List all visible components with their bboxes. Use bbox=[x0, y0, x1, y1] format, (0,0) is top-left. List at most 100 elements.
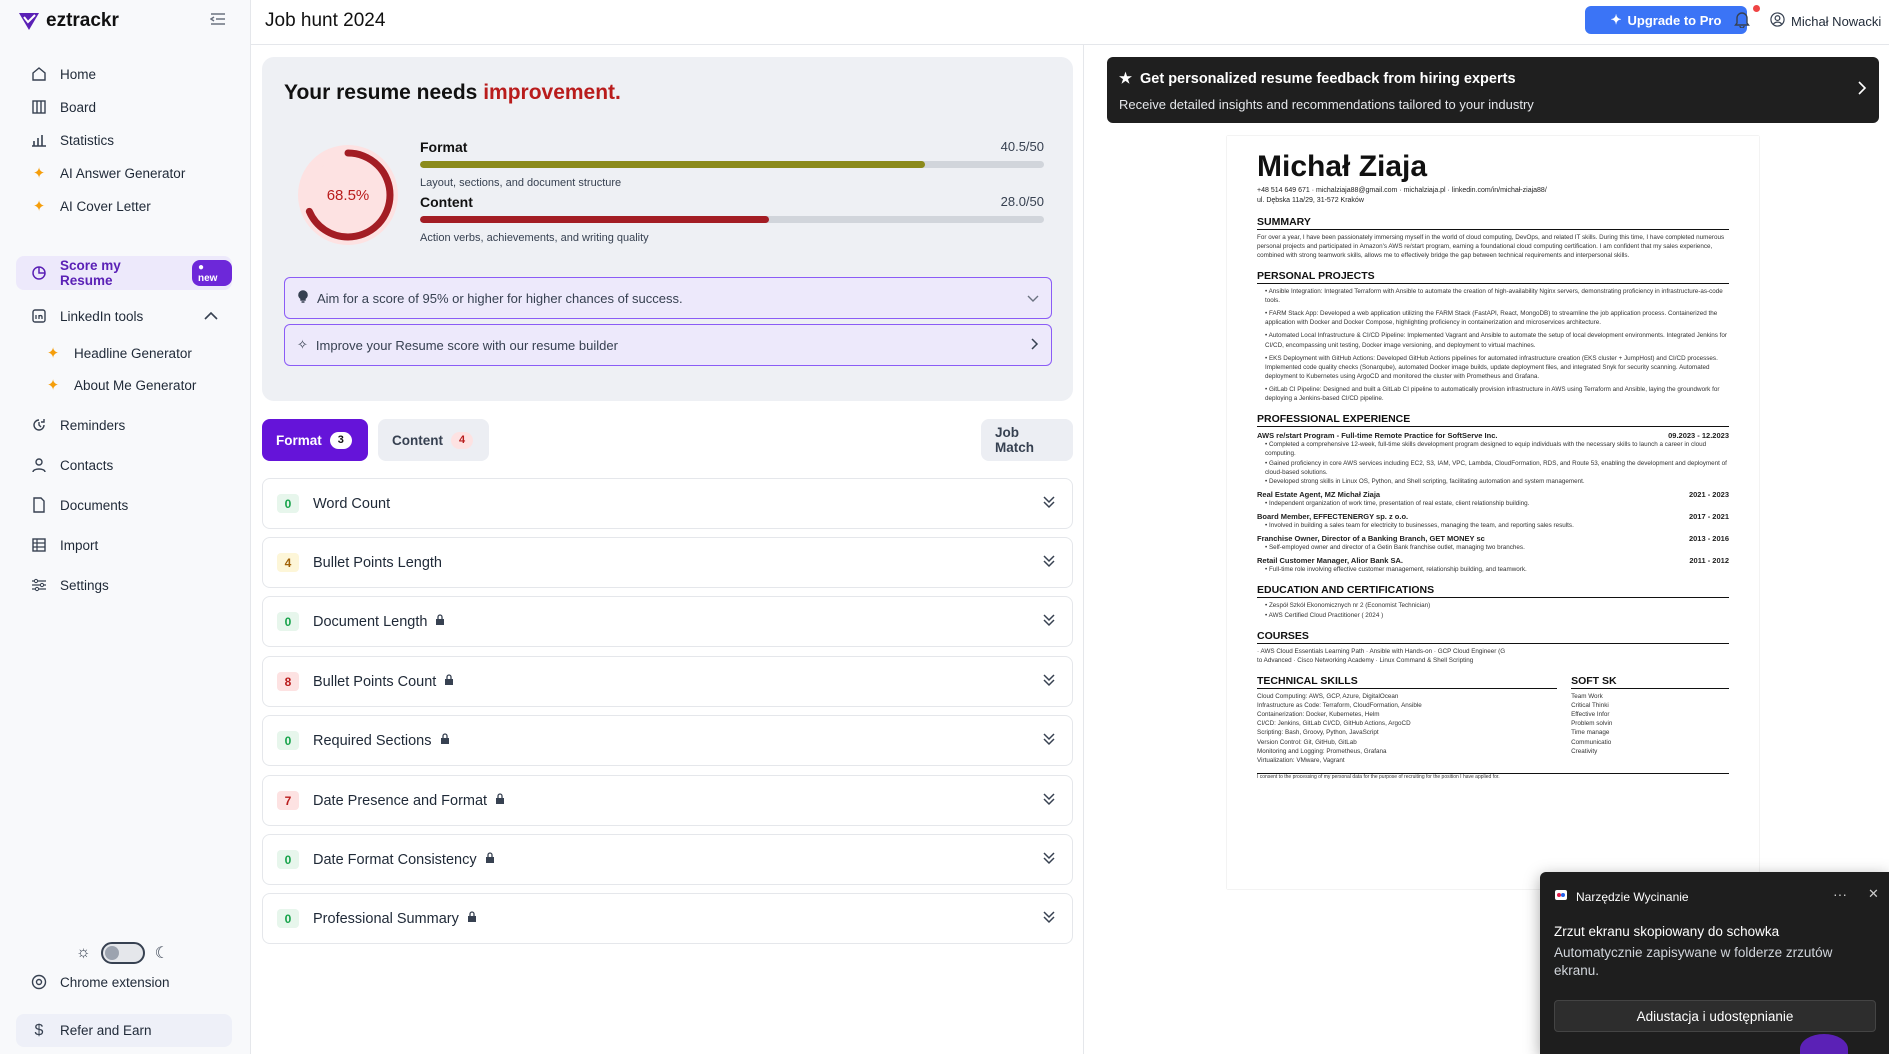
resume-skills: TECHNICAL SKILLS Cloud Computing: AWS, G… bbox=[1257, 665, 1729, 765]
toast-title: Zrzut ekranu skopiowany do schowka bbox=[1554, 924, 1780, 939]
score-icon bbox=[30, 264, 48, 282]
sidebar-item-settings[interactable]: Settings bbox=[16, 568, 232, 602]
check-required-sections[interactable]: 0 Required Sections bbox=[262, 715, 1073, 766]
sidebar-item-label: Headline Generator bbox=[74, 345, 192, 361]
resume-builder-link[interactable]: ✧ Improve your Resume score with our res… bbox=[284, 324, 1052, 366]
check-label: Required Sections bbox=[313, 733, 450, 749]
sidebar-item-label: AI Answer Generator bbox=[60, 165, 186, 181]
sidebar-item-headline-generator[interactable]: ✦ Headline Generator bbox=[30, 336, 230, 370]
chevron-right-icon bbox=[1858, 81, 1867, 100]
metric-value: 28.0/50 bbox=[1000, 194, 1044, 209]
sidebar-item-about-me-generator[interactable]: ✦ About Me Generator bbox=[30, 368, 230, 402]
close-icon[interactable]: ✕ bbox=[1868, 886, 1879, 902]
resume-summary: For over a year, I have been passionatel… bbox=[1257, 233, 1725, 259]
contacts-icon bbox=[30, 456, 48, 474]
resume-contact: +48 514 649 671 · michalziaja88@gmail.co… bbox=[1257, 187, 1547, 194]
upgrade-to-pro-button[interactable]: ✦ Upgrade to Pro bbox=[1585, 6, 1747, 34]
check-document-length[interactable]: 0 Document Length bbox=[262, 596, 1073, 647]
bell-icon[interactable] bbox=[1734, 10, 1750, 33]
sidebar-item-contacts[interactable]: Contacts bbox=[16, 448, 232, 482]
toast-app-name: Narzędzie Wycinanie bbox=[1576, 889, 1689, 904]
score-tip-dropdown[interactable]: Aim for a score of 95% or higher for hig… bbox=[284, 277, 1052, 319]
resume-job-text: • Completed a comprehensive 12-week, ful… bbox=[1265, 441, 1727, 485]
expert-feedback-banner[interactable]: ★ Get personalized resume feedback from h… bbox=[1107, 57, 1879, 123]
double-chevron-down-icon[interactable] bbox=[1042, 495, 1056, 514]
issue-count: 0 bbox=[277, 909, 299, 928]
sidebar-item-linkedin-tools[interactable]: LinkedIn tools bbox=[16, 299, 232, 333]
double-chevron-down-icon[interactable] bbox=[1042, 673, 1056, 692]
double-chevron-down-icon[interactable] bbox=[1042, 910, 1056, 929]
edit-and-share-button[interactable]: Adiustacja i udostępnianie bbox=[1554, 1000, 1876, 1032]
sidebar-item-label: Contacts bbox=[60, 457, 114, 473]
format-progress-bar bbox=[420, 161, 1044, 168]
sidebar-item-chrome-extension[interactable]: Chrome extension bbox=[16, 965, 232, 999]
metric-value: 40.5/50 bbox=[1000, 139, 1044, 154]
resume-job-text: • Self-employed owner and director of a … bbox=[1265, 544, 1525, 552]
sidebar-item-statistics[interactable]: Statistics bbox=[16, 123, 232, 157]
theme-toggle[interactable]: ☼ ☾ bbox=[76, 942, 169, 964]
linkedin-icon bbox=[30, 307, 48, 325]
sidebar-item-ai-answer-generator[interactable]: ✦ AI Answer Generator bbox=[16, 156, 232, 190]
resume-job-text: • Independent organization of work time,… bbox=[1265, 499, 1530, 507]
sidebar-item-label: AI Cover Letter bbox=[60, 198, 151, 214]
sparkle-icon: ✦ bbox=[32, 165, 46, 182]
resume-section-heading: SUMMARY bbox=[1257, 216, 1729, 230]
content-progress-bar bbox=[420, 216, 1044, 223]
score-percent: 68.5% bbox=[326, 186, 370, 204]
chevron-up-icon[interactable] bbox=[204, 309, 218, 324]
double-chevron-down-icon[interactable] bbox=[1042, 554, 1056, 573]
resume-bullet: • Ansible Integration: Integrated Terraf… bbox=[1265, 287, 1723, 305]
sidebar-item-board[interactable]: Board bbox=[16, 90, 232, 124]
check-bullet-points-count[interactable]: 8 Bullet Points Count bbox=[262, 656, 1073, 707]
dollar-icon: $ bbox=[34, 1021, 44, 1039]
resume-consent: I consent to the processing of my person… bbox=[1257, 772, 1729, 781]
eztrackr-logo-icon bbox=[19, 13, 39, 30]
double-chevron-down-icon[interactable] bbox=[1042, 792, 1056, 811]
collapse-sidebar-icon[interactable] bbox=[209, 12, 226, 31]
tab-job-match[interactable]: Job Match bbox=[981, 419, 1073, 461]
chrome-icon bbox=[30, 973, 48, 991]
resume-bullet: • EKS Deployment with GitHub Actions: De… bbox=[1265, 354, 1718, 380]
score-heading: Your resume needs improvement. bbox=[284, 81, 621, 104]
check-label: Date Presence and Format bbox=[313, 793, 505, 809]
format-metric: Format 40.5/50 Layout, sections, and doc… bbox=[420, 139, 1044, 189]
chevron-down-icon bbox=[1027, 291, 1039, 306]
sidebar-item-score-my-resume[interactable]: Score my Resume ● new bbox=[16, 256, 232, 290]
score-card: Your resume needs improvement. 68.5% For… bbox=[262, 57, 1073, 401]
more-options-icon[interactable]: ··· bbox=[1833, 886, 1847, 902]
check-professional-summary[interactable]: 0 Professional Summary bbox=[262, 893, 1073, 944]
check-label: Bullet Points Length bbox=[313, 554, 442, 571]
logo[interactable]: eztrackr bbox=[18, 10, 119, 32]
snipping-tool-icon bbox=[1554, 888, 1568, 905]
sidebar-item-documents[interactable]: Documents bbox=[16, 488, 232, 522]
tab-label: Format bbox=[276, 432, 322, 448]
resume-bullet: • Automated Local Infrastructure & CI/CD… bbox=[1265, 332, 1728, 349]
double-chevron-down-icon[interactable] bbox=[1042, 851, 1056, 870]
tab-count: 3 bbox=[329, 431, 352, 449]
resume-courses: · AWS Cloud Essentials Learning Path · A… bbox=[1257, 647, 1506, 664]
metric-description: Action verbs, achievements, and writing … bbox=[420, 232, 649, 244]
tab-format[interactable]: Format 3 bbox=[262, 419, 368, 461]
sidebar-item-label: Home bbox=[60, 66, 97, 82]
user-menu[interactable]: Michał Nowacki bbox=[1770, 12, 1881, 30]
sidebar-item-import[interactable]: Import bbox=[16, 528, 232, 562]
sidebar-item-ai-cover-letter[interactable]: ✦ AI Cover Letter bbox=[16, 189, 232, 223]
sidebar-item-reminders[interactable]: Reminders bbox=[16, 408, 232, 442]
double-chevron-down-icon[interactable] bbox=[1042, 732, 1056, 751]
check-date-presence-and-format[interactable]: 7 Date Presence and Format bbox=[262, 775, 1073, 826]
check-bullet-points-length[interactable]: 4 Bullet Points Length bbox=[262, 537, 1073, 588]
sidebar-item-label: Settings bbox=[60, 577, 109, 593]
sidebar-item-home[interactable]: Home bbox=[16, 57, 232, 91]
content-metric: Content 28.0/50 Action verbs, achievemen… bbox=[420, 194, 1044, 244]
refer-and-earn-button[interactable]: $ Refer and Earn bbox=[16, 1014, 232, 1047]
resume-section-heading: SOFT SK bbox=[1571, 675, 1729, 689]
check-date-format-consistency[interactable]: 0 Date Format Consistency bbox=[262, 834, 1073, 885]
tab-content[interactable]: Content 4 bbox=[378, 419, 489, 461]
score-panel: Your resume needs improvement. 68.5% For… bbox=[251, 45, 1084, 1054]
resume-address: ul. Dębska 11a/29, 31-572 Kraków bbox=[1257, 196, 1364, 204]
check-word-count[interactable]: 0 Word Count bbox=[262, 478, 1073, 529]
sparkle-icon: ✦ bbox=[46, 377, 60, 394]
resume-section-heading: PROFESSIONAL EXPERIENCE bbox=[1257, 413, 1729, 428]
double-chevron-down-icon[interactable] bbox=[1042, 613, 1056, 632]
theme-switch[interactable] bbox=[100, 942, 145, 964]
